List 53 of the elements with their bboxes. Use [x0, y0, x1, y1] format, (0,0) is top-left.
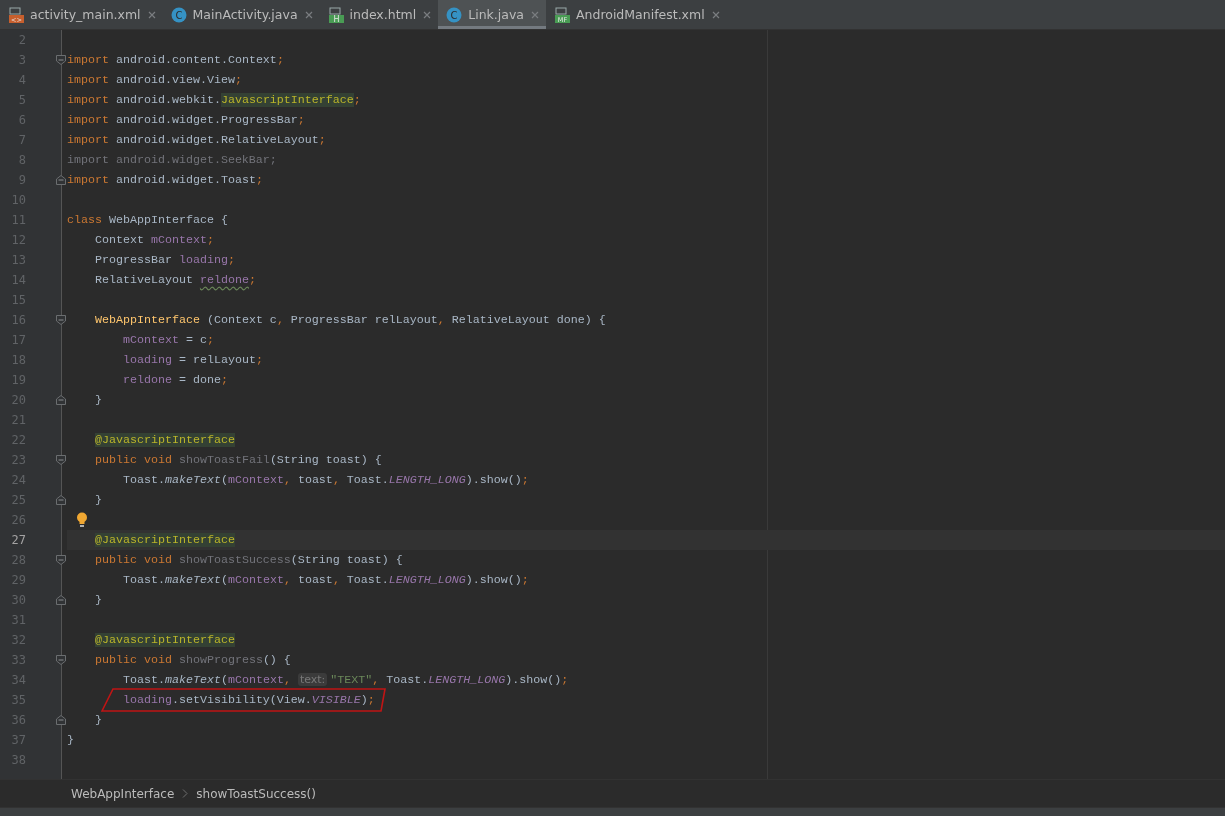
code-line: mContext = c;: [122, 333, 214, 347]
fold-marker-icon[interactable]: [56, 315, 66, 325]
code-line: public void showToastSuccess(String toast) {: [95, 553, 403, 567]
code-line: RelativeLayout reldone;: [95, 273, 256, 287]
code-line: import android.content.Context;: [67, 53, 284, 67]
code-line: public void showProgress() {: [95, 653, 291, 667]
code-line: }: [95, 593, 102, 607]
editor-tab[interactable]: C MainActivity.java: [162, 0, 320, 29]
editor-tab[interactable]: H index.html: [319, 0, 439, 29]
code-line: }: [95, 393, 102, 407]
code-line: import android.webkit.JavascriptInterface;: [67, 93, 361, 107]
code-line: Toast.makeText(mContext, text: "TEXT", Toast.LENGTH_LONG).show();: [122, 673, 569, 687]
fold-marker-icon[interactable]: [56, 395, 66, 405]
code-line: import android.widget.SeekBar;: [67, 153, 277, 167]
close-icon[interactable]: [303, 9, 314, 20]
code-line: loading.setVisibility(View.VISIBLE);: [122, 693, 375, 707]
fold-marker-icon[interactable]: [56, 55, 66, 65]
code-line: import android.widget.Toast;: [67, 173, 263, 187]
code-line: Toast.makeText(mContext, toast, Toast.LENGTH_LONG).show();: [122, 473, 529, 487]
code-line: import android.widget.ProgressBar;: [67, 113, 305, 127]
fold-marker-icon[interactable]: [56, 175, 66, 185]
editor-tab[interactable]: C Link.java: [438, 0, 546, 29]
code-line: loading = relLayout;: [122, 353, 263, 367]
code-line: reldone = done;: [122, 373, 228, 387]
close-icon[interactable]: [146, 9, 157, 20]
code-line: ProgressBar loading;: [95, 253, 235, 267]
code-line: public void showToastFail(String toast) {: [95, 453, 382, 467]
code-line: Toast.makeText(mContext, toast, Toast.LENGTH_LONG).show();: [122, 573, 529, 587]
fold-marker-icon[interactable]: [56, 455, 66, 465]
parameter-hint: text:: [297, 673, 328, 686]
code-line: import android.widget.RelativeLayout;: [67, 133, 326, 147]
fold-marker-icon[interactable]: [56, 655, 66, 665]
fold-marker-icon[interactable]: [56, 555, 66, 565]
close-icon[interactable]: [422, 9, 433, 20]
close-icon[interactable]: [710, 9, 721, 20]
breadcrumb-item[interactable]: showToastSuccess(): [196, 786, 316, 801]
fold-marker-icon[interactable]: [56, 715, 66, 725]
close-icon[interactable]: [529, 9, 540, 20]
code-line: class WebAppInterface {: [67, 213, 228, 227]
chevron-icon: [182, 789, 188, 798]
code-line: WebAppInterface (Context c, ProgressBar relLayout, RelativeLayout done) {: [95, 313, 606, 327]
code-line: }: [95, 713, 102, 727]
lightbulb-icon[interactable]: [77, 512, 87, 527]
class-icon: C: [170, 6, 187, 23]
code-line: }: [95, 493, 102, 507]
breadcrumb-item[interactable]: WebAppInterface: [71, 786, 175, 801]
line-number: 27: [10, 532, 26, 549]
code-line: Context mContext;: [95, 233, 214, 247]
fold-marker-icon[interactable]: [56, 595, 66, 605]
class-icon: C: [446, 6, 463, 23]
fold-marker-icon[interactable]: [56, 495, 66, 505]
code-line: }: [67, 733, 74, 747]
code-line: import android.view.View;: [67, 73, 242, 87]
